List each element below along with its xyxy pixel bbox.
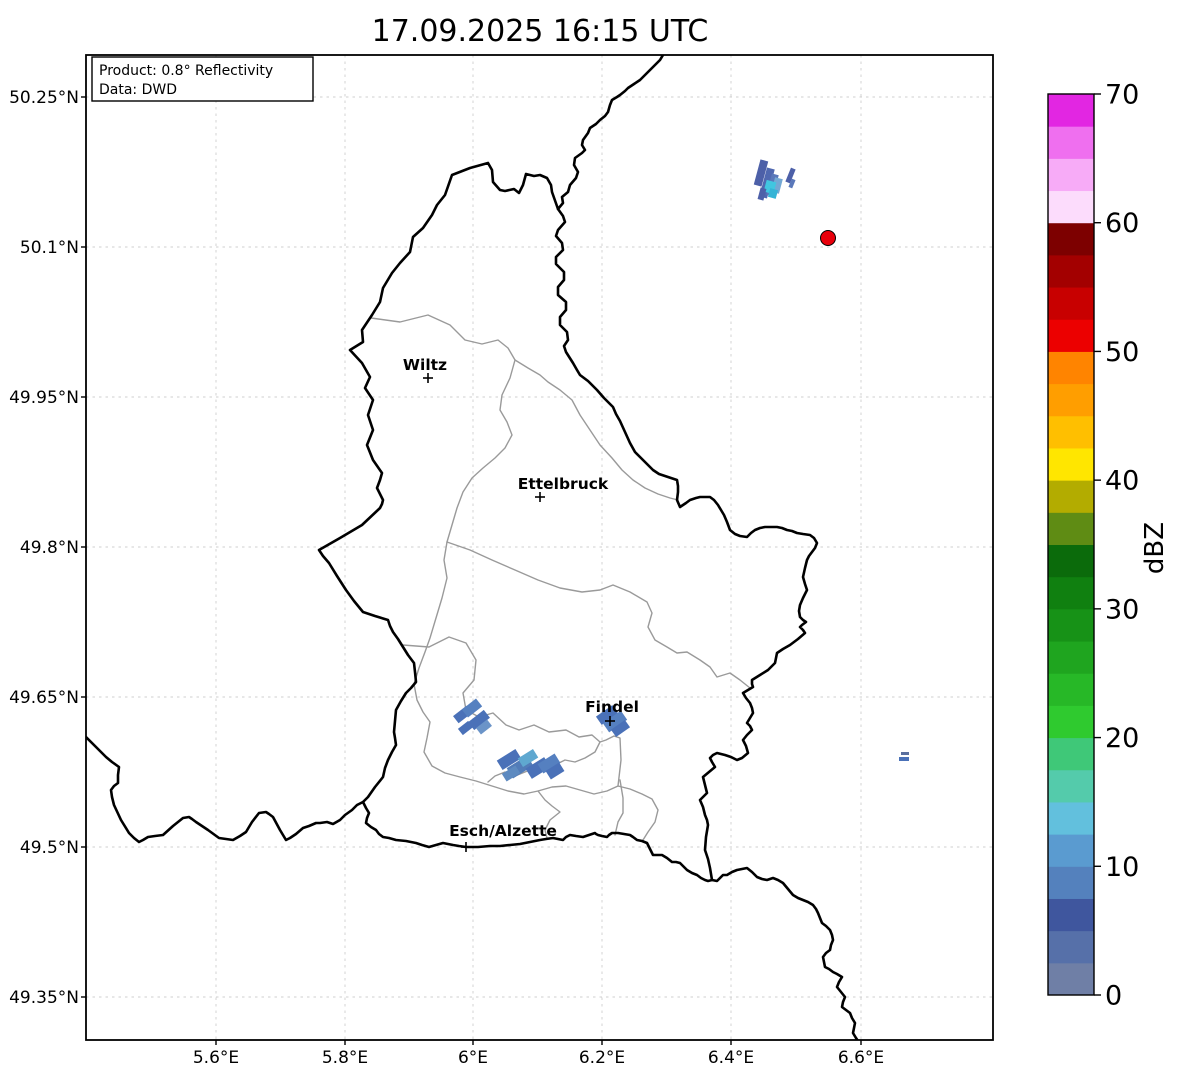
colorbar-segment xyxy=(1048,447,1094,481)
y-axis-tick-label: 49.65°N xyxy=(9,688,79,708)
x-axis-tick-label: 6°E xyxy=(458,1048,488,1068)
colorbar-tick-label: 70 xyxy=(1105,80,1139,111)
colorbar-segment xyxy=(1048,898,1094,932)
colorbar-segment xyxy=(1048,351,1094,385)
info-box: Product: 0.8° Reflectivity Data: DWD xyxy=(91,56,314,102)
x-axis-tick-label: 6.4°E xyxy=(708,1048,754,1068)
y-axis-tick-label: 50.1°N xyxy=(20,238,79,258)
plot-area xyxy=(86,55,993,1040)
colorbar-segment xyxy=(1048,834,1094,867)
x-axis-tick-label: 5.8°E xyxy=(322,1048,368,1068)
colorbar-segment xyxy=(1048,576,1094,610)
colorbar-segment xyxy=(1048,930,1094,964)
y-axis-tick-label: 49.5°N xyxy=(20,838,79,858)
colorbar-segment xyxy=(1048,158,1094,192)
colorbar-segment xyxy=(1048,737,1094,771)
colorbar-segment xyxy=(1048,641,1094,674)
city-label: Ettelbruck xyxy=(518,475,609,493)
colorbar-tick-label: 50 xyxy=(1105,337,1139,368)
colorbar xyxy=(1048,94,1094,996)
echo-patch xyxy=(901,752,909,755)
colorbar-segment xyxy=(1048,222,1094,256)
colorbar-segment xyxy=(1048,866,1094,899)
colorbar-tick-label: 10 xyxy=(1105,852,1139,883)
y-axis-tick-label: 50.25°N xyxy=(9,88,79,108)
colorbar-segment xyxy=(1048,512,1094,545)
city-label: Esch/Alzette xyxy=(449,822,557,840)
colorbar-segment xyxy=(1048,319,1094,352)
echo-patch xyxy=(899,757,909,761)
colorbar-segment xyxy=(1048,705,1094,739)
colorbar-segment xyxy=(1048,190,1094,224)
x-axis-tick-label: 5.6°E xyxy=(193,1048,239,1068)
radar-site-marker xyxy=(820,230,836,246)
colorbar-segment xyxy=(1048,254,1094,288)
colorbar-segment xyxy=(1048,480,1094,513)
info-box-source: Data: DWD xyxy=(99,82,177,98)
colorbar-tick-label: 20 xyxy=(1105,723,1139,754)
colorbar-tick-label: 40 xyxy=(1105,466,1139,497)
colorbar-tick-label: 60 xyxy=(1105,208,1139,239)
figure-canvas: 17.09.2025 16:15 UTC WiltzEttelbruckFind… xyxy=(0,0,1184,1081)
city-label: Wiltz xyxy=(403,356,447,374)
colorbar-tick-label: 0 xyxy=(1105,981,1122,1012)
colorbar-segment xyxy=(1048,673,1094,706)
colorbar-segment xyxy=(1048,126,1094,159)
colorbar-segment xyxy=(1048,769,1094,803)
colorbar-units-label: dBZ xyxy=(1140,522,1170,574)
colorbar-segment xyxy=(1048,287,1094,320)
plot-title: 17.09.2025 16:15 UTC xyxy=(372,14,709,49)
y-axis-tick-label: 49.35°N xyxy=(9,988,79,1008)
colorbar-tick-label: 30 xyxy=(1105,594,1139,625)
radar-map-figure: 17.09.2025 16:15 UTC Wiltz Ettelbruck Fi… xyxy=(0,0,1184,1081)
colorbar-segment xyxy=(1048,544,1094,578)
y-axis-tick-label: 49.8°N xyxy=(20,538,79,558)
colorbar-segment xyxy=(1048,415,1094,449)
city-label: Findel xyxy=(585,698,639,716)
info-box-product: Product: 0.8° Reflectivity xyxy=(99,63,273,79)
colorbar-segment xyxy=(1048,962,1094,996)
colorbar-segment xyxy=(1048,801,1094,835)
x-axis-tick-label: 6.6°E xyxy=(838,1048,884,1068)
x-axis-tick-label: 6.2°E xyxy=(579,1048,625,1068)
colorbar-segment xyxy=(1048,383,1094,417)
y-axis-tick-label: 49.95°N xyxy=(9,388,79,408)
colorbar-segment xyxy=(1048,608,1094,642)
colorbar-segment xyxy=(1048,94,1094,127)
